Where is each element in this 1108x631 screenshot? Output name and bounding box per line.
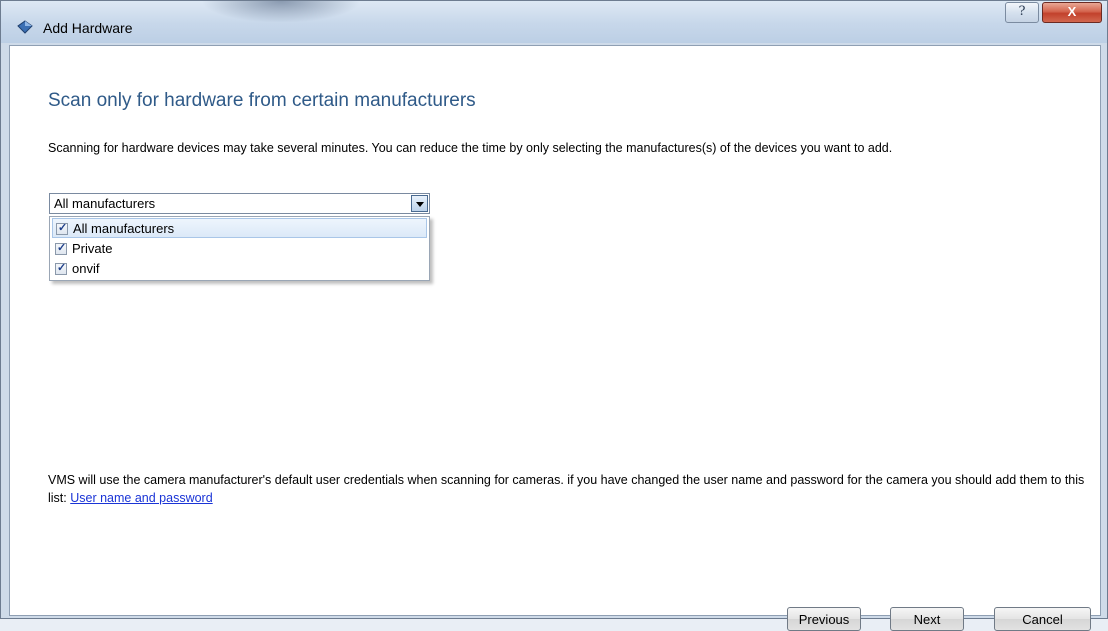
user-name-password-link[interactable]: User name and password bbox=[70, 491, 212, 505]
cancel-button[interactable]: Cancel bbox=[994, 607, 1091, 631]
manufacturer-option-onvif[interactable]: ✓ onvif bbox=[52, 259, 427, 279]
manufacturer-option-label: All manufacturers bbox=[73, 221, 175, 236]
manufacturer-option-all[interactable]: ✓ All manufacturers bbox=[52, 218, 427, 238]
manufacturer-checkbox-all[interactable]: ✓ bbox=[56, 222, 68, 235]
content-panel: Scan only for hardware from certain manu… bbox=[9, 45, 1101, 631]
manufacturer-option-label: onvif bbox=[72, 261, 100, 276]
page-description: Scanning for hardware devices may take s… bbox=[48, 141, 893, 155]
manufacturer-combo-value: All manufacturers bbox=[54, 196, 156, 211]
manufacturer-option-label: Private bbox=[72, 241, 113, 256]
manufacturer-checkbox-onvif[interactable]: ✓ bbox=[55, 262, 67, 275]
next-button[interactable]: Next bbox=[890, 607, 964, 631]
manufacturer-dropdown-list: ✓ All manufacturers ✓ Private ✓ onvif bbox=[49, 216, 430, 281]
title-bar[interactable]: Add Hardware ? X bbox=[1, 1, 1107, 43]
credentials-info: VMS will use the camera manufacturer's d… bbox=[48, 471, 1098, 507]
check-icon: ✓ bbox=[58, 222, 68, 234]
check-icon: ✓ bbox=[57, 242, 67, 254]
close-button[interactable]: X bbox=[1042, 2, 1102, 23]
add-hardware-window: Add Hardware ? X Scan only for hardware … bbox=[0, 0, 1108, 631]
title-bar-glare bbox=[201, 1, 361, 23]
manufacturer-option-private[interactable]: ✓ Private bbox=[52, 239, 427, 259]
app-diamond-icon bbox=[17, 20, 33, 34]
window-title: Add Hardware bbox=[43, 20, 133, 36]
previous-button[interactable]: Previous bbox=[787, 607, 861, 631]
manufacturer-combo[interactable]: All manufacturers bbox=[49, 193, 430, 214]
check-icon: ✓ bbox=[57, 262, 67, 274]
page-heading: Scan only for hardware from certain manu… bbox=[48, 90, 476, 111]
manufacturer-checkbox-private[interactable]: ✓ bbox=[55, 242, 67, 255]
chevron-down-icon[interactable] bbox=[411, 195, 428, 212]
help-button[interactable]: ? bbox=[1005, 2, 1039, 23]
